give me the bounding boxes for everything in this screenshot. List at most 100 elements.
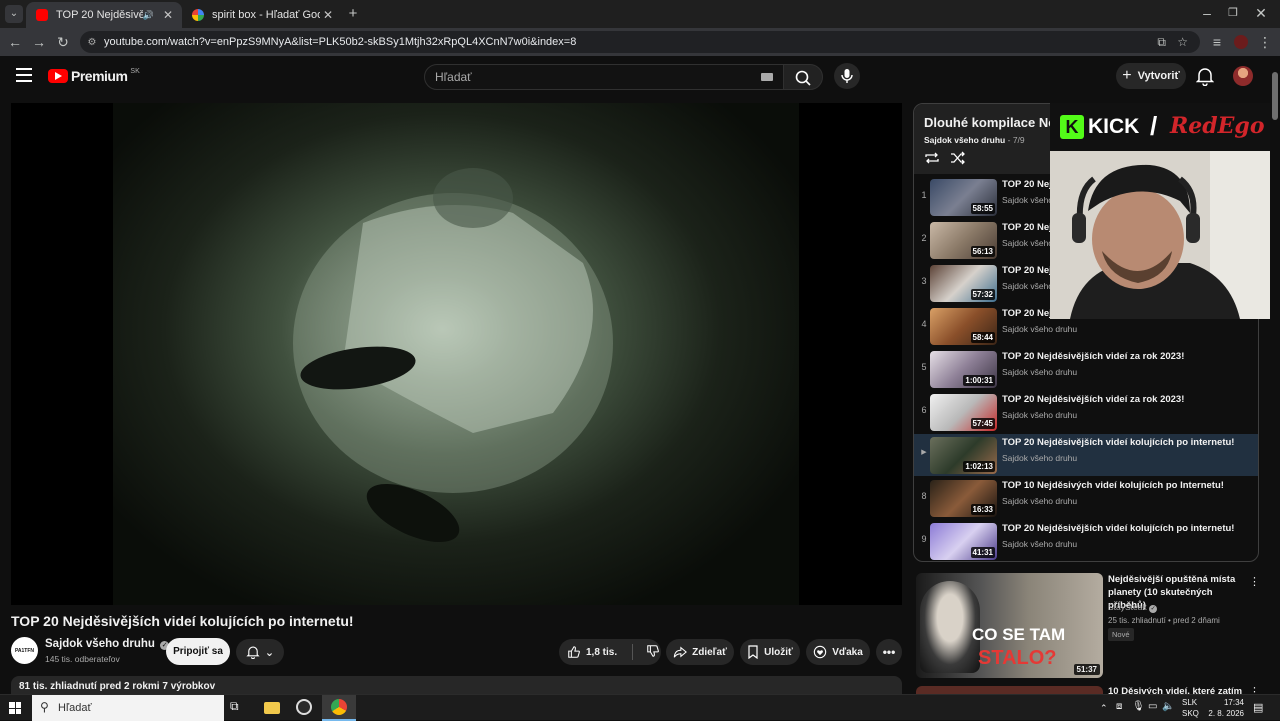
streamer-webcam: [1050, 151, 1280, 319]
media-control-icon[interactable]: ≡: [1208, 33, 1226, 51]
thumbs-up-icon: [568, 646, 580, 658]
share-button[interactable]: Zdieľať: [666, 639, 734, 665]
playlist-title[interactable]: Dlouhé kompilace Ne: [924, 115, 1055, 130]
account-avatar[interactable]: [1233, 66, 1253, 86]
video-player[interactable]: [11, 103, 902, 605]
notification-center-icon[interactable]: ▤: [1253, 701, 1263, 714]
youtube-header: Premium SK Hľadať + Vytvoriť: [0, 56, 1280, 98]
share-arrow-icon: [673, 646, 688, 658]
dislike-button[interactable]: [646, 644, 660, 661]
recommended-video[interactable]: CO SE TAM STALO? 51:37 Nejděsivější opuš…: [916, 573, 1260, 681]
video-thumbnail: 1:00:31: [930, 351, 997, 388]
clock[interactable]: 17:34 2. 8. 2026: [1206, 698, 1244, 718]
more-vertical-icon[interactable]: ⋮: [1249, 575, 1260, 588]
volume-icon[interactable]: 🔈: [1162, 701, 1174, 712]
close-tab-icon[interactable]: ✕: [160, 8, 176, 22]
new-tab-icon[interactable]: +: [344, 5, 362, 23]
channel-avatar[interactable]: PA1TFN: [11, 637, 38, 664]
tray-app-icon[interactable]: ⧈: [1116, 701, 1122, 712]
join-button[interactable]: Pripojiť sa: [166, 638, 230, 665]
video-thumbnail: CO SE TAM STALO? 51:37: [916, 573, 1103, 678]
network-icon[interactable]: ▭: [1148, 701, 1157, 712]
chrome-taskbar-button[interactable]: [322, 695, 356, 721]
tab-google[interactable]: spirit box - Hľadať Googlom ✕: [182, 2, 342, 28]
youtube-favicon-icon: [36, 9, 48, 21]
more-horizontal-icon: •••: [882, 645, 896, 659]
notifications-bell-icon[interactable]: [1195, 66, 1215, 91]
shuffle-icon: [951, 151, 965, 165]
keyboard-icon[interactable]: [761, 73, 773, 81]
restore-icon[interactable]: ❐: [1224, 4, 1242, 22]
microphone-icon: [841, 69, 853, 83]
video-thumbnail: 57:45: [930, 394, 997, 431]
bookmark-star-icon[interactable]: ☆: [1177, 35, 1188, 49]
playlist-item[interactable]: 6 57:45 TOP 20 Nejděsivějších videí za r…: [914, 391, 1258, 433]
minimize-icon[interactable]: –: [1198, 4, 1216, 22]
tray-chevron-icon[interactable]: ⌃: [1100, 703, 1108, 714]
hamburger-menu-icon[interactable]: [16, 68, 32, 82]
playlist-item[interactable]: 9 41:31 TOP 20 Nejděsivějších videí kolu…: [914, 520, 1258, 561]
search-icon: [795, 70, 811, 86]
notification-settings-button[interactable]: ⌄: [236, 639, 284, 665]
back-icon[interactable]: ←: [6, 33, 24, 51]
url-field[interactable]: ⚙ youtube.com/watch?v=enPpzS9MNyA&list=P…: [80, 31, 1200, 53]
plus-icon: +: [1122, 67, 1132, 84]
video-thumbnail[interactable]: [916, 686, 1103, 694]
channel-name[interactable]: Sajdok všeho druhu ✓: [45, 638, 170, 650]
taskbar-search-input[interactable]: ⚲ Hľadať: [32, 695, 224, 721]
search-icon: ⚲: [40, 700, 49, 714]
thanks-button[interactable]: Vďaka: [806, 639, 870, 665]
chrome-menu-icon[interactable]: ⋮: [1256, 33, 1274, 51]
video-thumbnail: 57:32: [930, 265, 997, 302]
search-input[interactable]: Hľadať: [424, 64, 784, 90]
subscriber-count: 145 tis. odberateľov: [45, 654, 120, 664]
close-tab-icon[interactable]: ✕: [320, 8, 336, 22]
description-box[interactable]: 81 tis. zhliadnutí pred 2 rokmi 7 výrobk…: [11, 676, 902, 696]
page-scrollbar[interactable]: [1270, 56, 1280, 694]
youtube-logo-icon: [48, 69, 68, 83]
youtube-premium-logo[interactable]: Premium SK: [48, 68, 140, 84]
browser-tab-bar: ⌄ TOP 20 Nejděsivějších vide 🔊 ✕ spirit …: [0, 0, 1280, 28]
close-window-icon[interactable]: ✕: [1252, 4, 1270, 22]
thumbnail-portrait: [920, 581, 980, 673]
file-explorer-icon[interactable]: [264, 699, 284, 717]
playlist-item-current[interactable]: ▶ 1:02:13 TOP 20 Nejděsivějších videí ko…: [914, 434, 1258, 476]
voice-search-button[interactable]: [834, 63, 860, 89]
windows-start-icon[interactable]: [9, 702, 21, 714]
like-button[interactable]: 1,8 tis.: [567, 645, 617, 659]
video-frame: [113, 103, 799, 605]
recommended-meta: 25 tis. zhliadnutí • pred 2 dňami: [1108, 616, 1220, 625]
recommended-channel[interactable]: StaySteak ✓: [1108, 602, 1158, 613]
site-info-icon[interactable]: ⚙: [80, 37, 104, 48]
forward-icon[interactable]: →: [30, 33, 48, 51]
loop-playlist-button[interactable]: [924, 151, 940, 170]
obs-app-icon[interactable]: [296, 699, 316, 717]
reload-icon[interactable]: ↻: [54, 33, 72, 51]
playlist-item[interactable]: 8 16:33 TOP 10 Nejděsivých videí kolujíc…: [914, 477, 1258, 519]
save-button[interactable]: Uložiť: [740, 639, 800, 665]
new-badge: Nové: [1108, 628, 1134, 641]
audio-playing-icon[interactable]: 🔊: [143, 10, 154, 21]
tab-list-dropdown-icon[interactable]: ⌄: [5, 5, 23, 23]
loop-icon: [925, 152, 939, 164]
like-dislike-group: 1,8 tis.: [559, 639, 661, 665]
search-button[interactable]: [783, 64, 823, 90]
more-actions-button[interactable]: •••: [876, 639, 902, 665]
scrollbar-thumb[interactable]: [1272, 72, 1278, 120]
chevron-down-icon: ⌄: [264, 646, 275, 659]
tab-youtube[interactable]: TOP 20 Nejděsivějších vide 🔊 ✕: [26, 2, 182, 28]
profile-icon[interactable]: [1232, 33, 1250, 51]
input-language[interactable]: SLK SKQ: [1182, 698, 1199, 718]
kick-redego-banner: K KICK / RedEgo: [1050, 103, 1280, 151]
video-thumbnail: 58:44: [930, 308, 997, 345]
tray-mic-icon[interactable]: 🎙: [1132, 701, 1145, 712]
playlist-meta: Sajdok všeho druhu - 7/9: [924, 135, 1025, 145]
create-button[interactable]: + Vytvoriť: [1116, 63, 1186, 89]
video-title: TOP 20 Nejděsivějších videí kolujících p…: [11, 613, 354, 629]
verified-badge-icon: ✓: [1149, 605, 1158, 613]
task-view-icon[interactable]: ⧉: [230, 699, 250, 717]
shuffle-playlist-button[interactable]: [950, 151, 966, 170]
playlist-item[interactable]: 5 1:00:31 TOP 20 Nejděsivějších videí za…: [914, 348, 1258, 390]
install-app-icon[interactable]: ⧉: [1157, 35, 1166, 50]
webcam-overlay: K KICK / RedEgo: [1050, 103, 1280, 319]
